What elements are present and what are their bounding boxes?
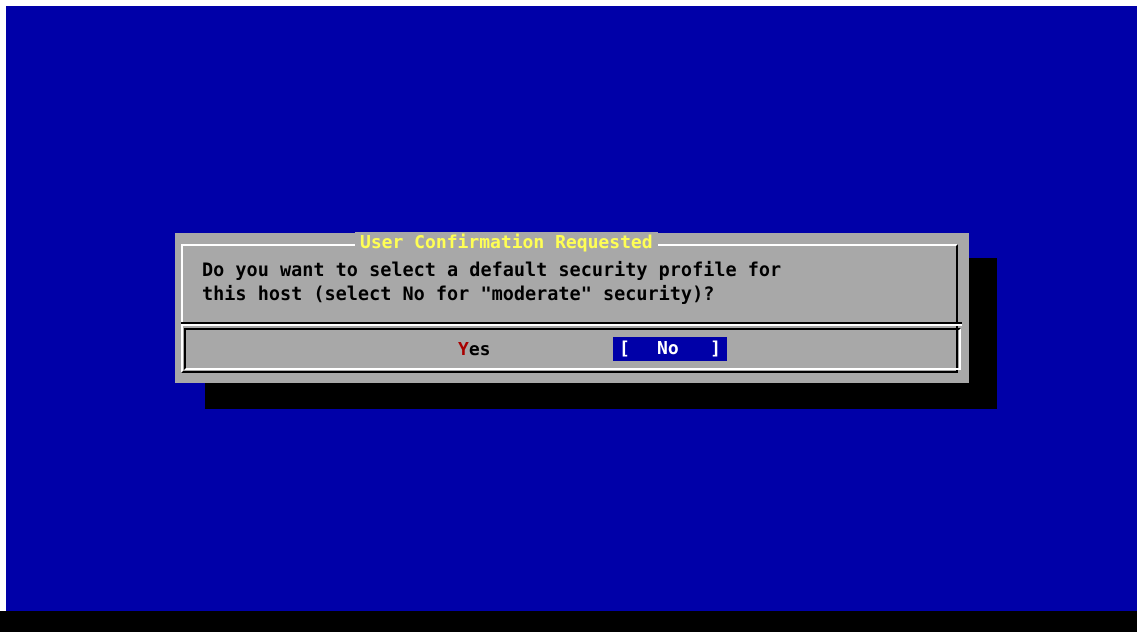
screen: User Confirmation Requested Do you want … xyxy=(0,0,1137,632)
button-area-frame xyxy=(184,328,961,370)
no-button-close-bracket: ] xyxy=(710,338,721,359)
yes-button[interactable]: Yes xyxy=(458,339,491,361)
yes-hotkey: Y xyxy=(458,339,469,360)
message-line-1: Do you want to select a default security… xyxy=(202,260,782,281)
no-hotkey: N xyxy=(657,338,668,359)
dialog-separator xyxy=(181,322,962,326)
dialog-title: User Confirmation Requested xyxy=(355,232,658,254)
message-line-2: this host (select No for "moderate" secu… xyxy=(202,284,715,305)
dialog-message: Do you want to select a default security… xyxy=(202,259,781,307)
yes-label: es xyxy=(468,339,491,360)
no-button-open-bracket: [ xyxy=(619,338,630,359)
bottom-border xyxy=(0,611,1137,632)
confirmation-dialog: User Confirmation Requested Do you want … xyxy=(175,232,969,383)
no-button[interactable]: [ No ] xyxy=(613,337,727,361)
no-label-rest: o xyxy=(667,338,679,359)
no-label: No xyxy=(657,337,679,361)
